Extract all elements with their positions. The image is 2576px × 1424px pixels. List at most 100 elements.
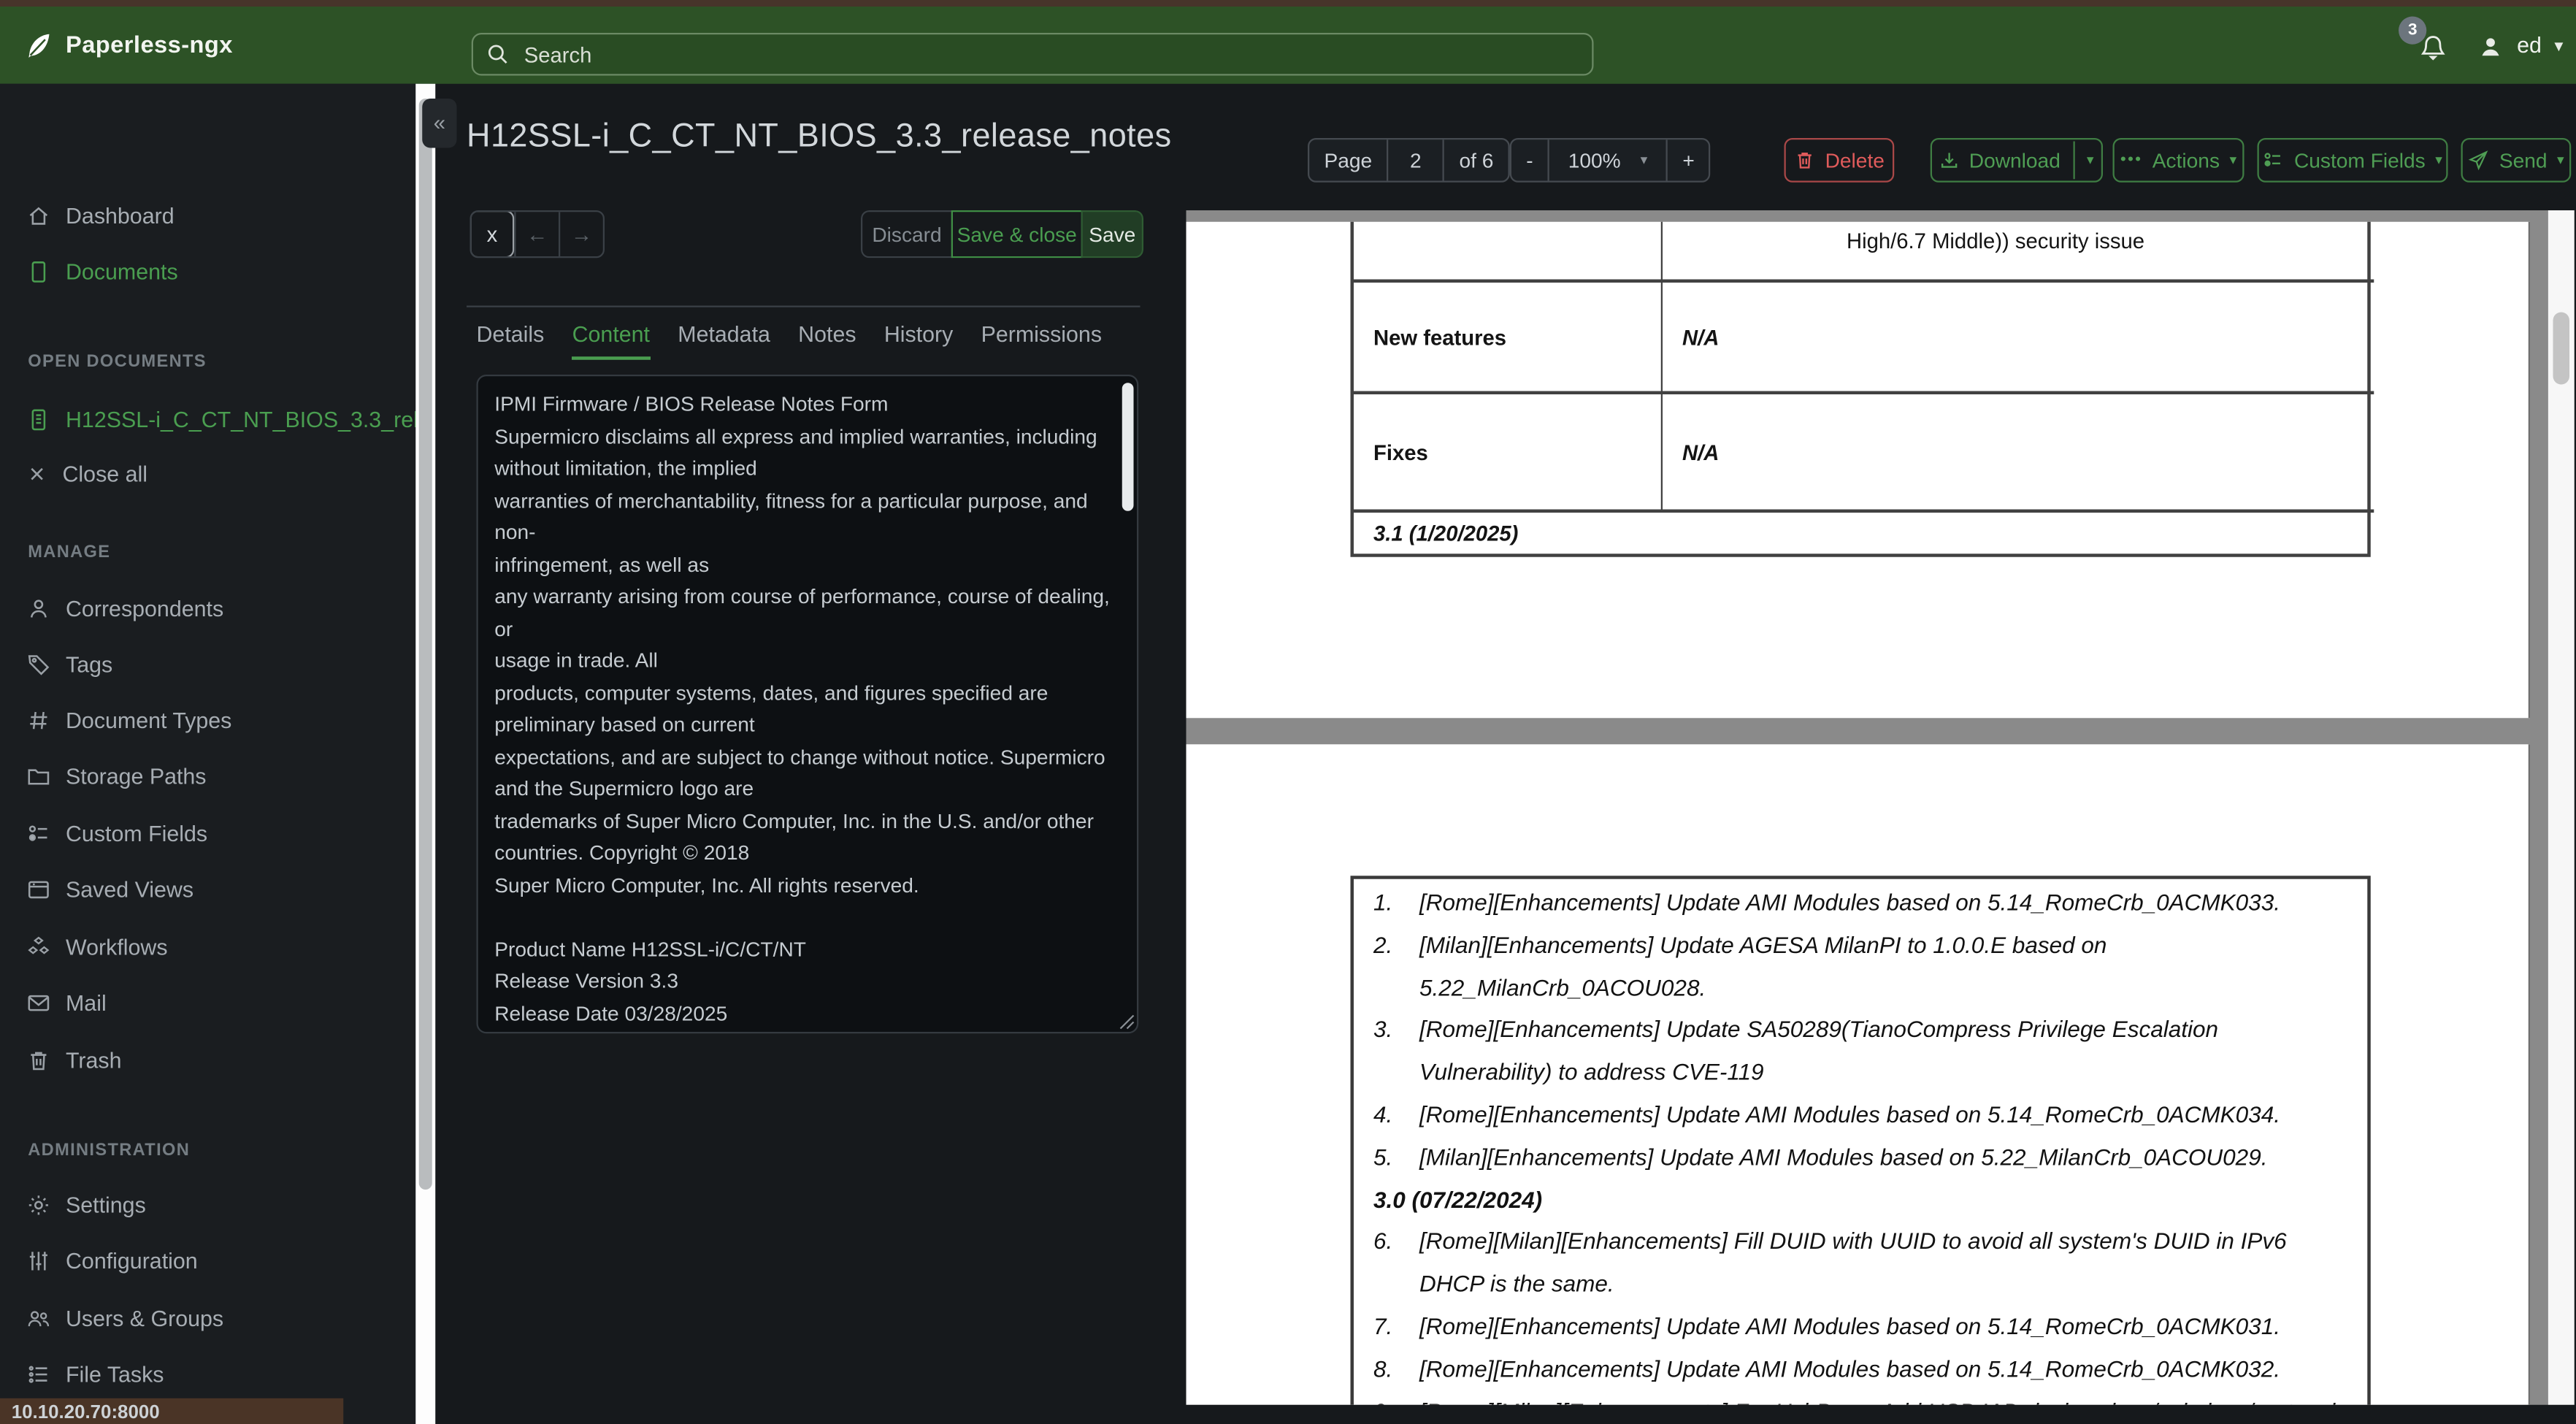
delete-button[interactable]: Delete: [1784, 138, 1895, 183]
sidebar-section-administration: ADMINISTRATION: [28, 1140, 191, 1160]
notifications-button[interactable]: 3: [2399, 15, 2452, 67]
delete-label: Delete: [1825, 148, 1885, 172]
chevron-down-icon: ▼: [2551, 37, 2567, 54]
app-logo[interactable]: Paperless-ngx: [23, 7, 233, 84]
custom-fields-button[interactable]: Custom Fields ▾: [2257, 138, 2448, 183]
zoom-control-group: - 100% ▾ +: [1509, 138, 1711, 183]
send-label: Send: [2499, 148, 2548, 172]
tag-icon: [28, 655, 50, 675]
sidebar-item-trash[interactable]: Trash: [26, 1049, 122, 1073]
sidebar-item-label: Mail: [66, 990, 107, 1016]
sidebar-item-open-document[interactable]: H12SSL-i_C_CT_NT_BIOS_3.3_rel...: [26, 407, 437, 432]
sidebar-item-label: Configuration: [66, 1249, 198, 1274]
document-tabs: Details Content Metadata Notes History P…: [477, 322, 1102, 360]
tab-details[interactable]: Details: [477, 322, 545, 360]
pdf-scrollbar[interactable]: [2548, 210, 2575, 1405]
sidebar: Dashboard Documents OPEN DOCUMENTS H12SS…: [0, 83, 437, 1424]
tab-permissions[interactable]: Permissions: [981, 322, 1102, 360]
download-icon: [1940, 153, 1957, 168]
download-label: Download: [1969, 148, 2061, 172]
pdf-list-item: 9.[Rome][Milan][Enhancements] For UsbBus…: [1373, 1391, 2354, 1405]
sidebar-item-correspondents[interactable]: Correspondents: [26, 597, 223, 621]
content-textarea[interactable]: IPMI Firmware / BIOS Release Notes Form …: [476, 375, 1139, 1034]
sidebar-item-storage-paths[interactable]: Storage Paths: [26, 764, 207, 789]
browser-top-strip: [0, 0, 2576, 7]
search-icon: [488, 45, 507, 64]
sidebar-item-workflows[interactable]: Workflows: [26, 935, 168, 960]
user-menu[interactable]: ed ▼: [2475, 28, 2567, 61]
file-icon: [31, 261, 46, 283]
page-number-input[interactable]: 2: [1387, 139, 1443, 181]
table-cell: N/A: [1663, 394, 2374, 513]
boxes-icon: [28, 936, 50, 954]
sidebar-item-dashboard[interactable]: Dashboard: [26, 204, 175, 229]
save-button[interactable]: Save: [1081, 210, 1143, 259]
bell-icon: [2421, 35, 2445, 60]
sidebar-item-users-groups[interactable]: Users & Groups: [26, 1306, 223, 1331]
previous-document-button[interactable]: ←: [514, 212, 559, 256]
pdf-scrollbar-thumb[interactable]: [2553, 312, 2569, 385]
pdf-list-item: 6. [Rome][Milan][Enhancements] Fill DUID …: [1373, 1228, 2287, 1297]
app-header: Paperless-ngx 3 ed ▼: [0, 7, 2576, 84]
people-icon: [28, 1311, 50, 1327]
custom-fields-label: Custom Fields: [2293, 148, 2426, 172]
zoom-level-value: 100%: [1568, 148, 1621, 172]
search-input[interactable]: [521, 40, 1579, 69]
sidebar-collapse-button[interactable]: «: [422, 99, 457, 148]
sidebar-scrollbar[interactable]: [415, 83, 436, 1424]
close-document-button[interactable]: x: [471, 212, 515, 256]
sidebar-item-file-tasks[interactable]: File Tasks: [26, 1362, 164, 1387]
save-button-group: Discard Save & close Save: [861, 210, 1143, 259]
sidebar-item-custom-fields[interactable]: Custom Fields: [26, 822, 207, 846]
content-scrollbar-thumb[interactable]: [1122, 383, 1134, 511]
chevron-down-icon: ▾: [2435, 151, 2442, 168]
zoom-level-select[interactable]: 100% ▾: [1547, 139, 1666, 181]
sidebar-section-open-documents: OPEN DOCUMENTS: [28, 351, 207, 372]
sidebar-item-label: Users & Groups: [66, 1306, 224, 1331]
pdf-list-item: 3.0 (07/22/2024): [1373, 1185, 1543, 1212]
status-url-tooltip: 10.10.20.70:8000: [0, 1398, 344, 1424]
sidebar-item-documents[interactable]: Documents: [26, 260, 178, 284]
sidebar-item-label: Correspondents: [66, 596, 224, 621]
custom-fields-icon: [28, 825, 47, 841]
dots-icon: •••: [2120, 151, 2143, 169]
pdf-page-2: 1. [Rome][Enhancements] Update AMI Module…: [1186, 744, 2530, 1405]
page-title: H12SSL-i_C_CT_NT_BIOS_3.3_release_notes: [467, 118, 1172, 155]
sidebar-item-saved-views[interactable]: Saved Views: [26, 878, 193, 902]
sidebar-item-configuration[interactable]: Configuration: [26, 1249, 198, 1274]
chevron-down-icon: ▾: [2557, 151, 2564, 168]
sidebar-item-label: Trash: [66, 1048, 122, 1073]
sidebar-item-document-types[interactable]: Document Types: [26, 708, 231, 733]
send-button[interactable]: Send ▾: [2461, 138, 2572, 183]
pdf-table: High/6.7 Middle)) security issue New fea…: [1350, 221, 2374, 557]
zoom-out-button[interactable]: -: [1511, 139, 1548, 180]
sliders-icon: [29, 1252, 47, 1271]
resize-grip-icon[interactable]: [1119, 1014, 1135, 1030]
content-editor: IPMI Firmware / BIOS Release Notes Form …: [476, 375, 1139, 1034]
tab-metadata[interactable]: Metadata: [678, 322, 770, 360]
hash-icon: [30, 711, 47, 730]
download-dropdown-button[interactable]: ▾: [2073, 141, 2105, 180]
window-icon: [28, 881, 49, 899]
header-right: 3 ed ▼: [2399, 7, 2567, 84]
trash-icon: [31, 1052, 47, 1071]
sidebar-item-tags[interactable]: Tags: [26, 652, 112, 677]
sidebar-item-settings[interactable]: Settings: [26, 1193, 146, 1217]
zoom-in-button[interactable]: +: [1665, 139, 1709, 181]
discard-button[interactable]: Discard: [861, 210, 953, 259]
chevron-down-icon: ▾: [2229, 151, 2237, 168]
tab-history[interactable]: History: [884, 322, 954, 360]
search-bar[interactable]: [471, 33, 1594, 76]
tab-notes[interactable]: Notes: [798, 322, 856, 360]
pdf-preview: High/6.7 Middle)) security issue New fea…: [1186, 210, 2548, 1405]
sidebar-item-mail[interactable]: Mail: [26, 991, 107, 1016]
page-total: of 6: [1442, 139, 1509, 181]
sidebar-scrollbar-thumb[interactable]: [418, 99, 432, 1190]
next-document-button[interactable]: →: [559, 212, 603, 256]
sidebar-item-close-all[interactable]: Close all: [26, 462, 147, 486]
table-cell: Fixes: [1354, 394, 1663, 513]
tab-content[interactable]: Content: [572, 322, 651, 360]
download-button[interactable]: Download ▾: [1930, 138, 2105, 183]
save-and-close-button[interactable]: Save & close: [951, 210, 1083, 259]
actions-button[interactable]: ••• Actions ▾: [2112, 138, 2245, 183]
